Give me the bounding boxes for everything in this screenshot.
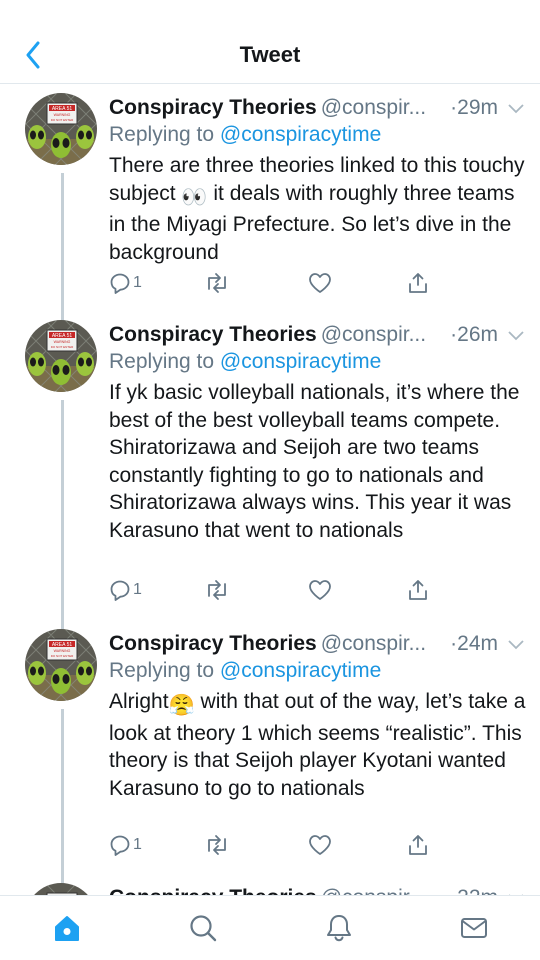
tweet-actions: 1: [109, 575, 439, 605]
svg-text:WARNING: WARNING: [54, 113, 71, 117]
retweet-button[interactable]: [204, 830, 230, 860]
avatar[interactable]: AREA 51 WARNING DO NOT ENTER: [25, 629, 97, 701]
replying-to-label: Replying to: [109, 123, 220, 146]
avatar[interactable]: [25, 883, 97, 895]
top-nav-bar: Tweet: [0, 0, 540, 84]
tweet-text-part: Alright: [109, 690, 169, 713]
replying-to: Replying to @conspiracytime: [109, 121, 526, 149]
author-handle[interactable]: @conspir...: [321, 886, 426, 895]
replying-to: Replying to @conspiracytime: [109, 657, 526, 685]
svg-text:AREA 51: AREA 51: [52, 106, 73, 112]
tweet-actions: 1: [109, 830, 439, 860]
mention-link[interactable]: @conspiracytime: [220, 659, 381, 682]
replying-to: Replying to @conspiracytime: [109, 348, 526, 376]
tweet-text: If yk basic volleyball nationals, it’s w…: [109, 381, 520, 542]
search-icon: [190, 915, 217, 942]
tab-notifications[interactable]: [321, 910, 357, 946]
svg-text:DO NOT ENTER: DO NOT ENTER: [51, 118, 74, 122]
tab-home[interactable]: [49, 910, 85, 946]
reply-count: 1: [133, 836, 142, 853]
chevron-down-icon[interactable]: [506, 888, 526, 895]
share-button[interactable]: [407, 268, 429, 298]
author-handle[interactable]: @conspir...: [321, 323, 426, 346]
author-handle[interactable]: @conspir...: [321, 96, 426, 119]
like-button[interactable]: [308, 830, 332, 860]
mention-link[interactable]: @conspiracytime: [220, 123, 381, 146]
reply-count: 1: [133, 274, 142, 291]
svg-text:DO NOT ENTER: DO NOT ENTER: [51, 345, 74, 349]
reply-button[interactable]: 1: [109, 575, 142, 605]
share-icon: [409, 273, 427, 293]
page-title: Tweet: [239, 42, 301, 67]
tweet-actions: 1: [109, 268, 439, 298]
reply-icon: [110, 273, 130, 294]
heart-icon: [309, 580, 331, 600]
author-name[interactable]: Conspiracy Theories: [109, 323, 317, 346]
bottom-tab-bar: [0, 895, 540, 960]
heart-icon: [309, 835, 331, 855]
tweet-text: Alright😤 with that out of the way, let’s…: [109, 688, 526, 802]
thread-connector: [61, 709, 64, 887]
retweet-icon: [208, 273, 226, 293]
share-icon: [409, 580, 427, 600]
like-button[interactable]: [308, 575, 332, 605]
author-name[interactable]: Conspiracy Theories: [109, 632, 317, 655]
alien-avatar-icon: AREA 51 WARNING DO NOT ENTER: [25, 629, 97, 701]
retweet-button[interactable]: [204, 575, 230, 605]
heart-icon: [309, 273, 331, 293]
tweet-timestamp: ·29m: [450, 96, 498, 119]
alien-avatar-icon: AREA 51 WARNING DO NOT ENTER: [25, 320, 97, 392]
reply-icon: [110, 580, 130, 601]
author-name[interactable]: Conspiracy Theories: [109, 96, 317, 119]
tweet-timestamp: ·22m: [450, 883, 498, 895]
tab-messages[interactable]: [456, 910, 492, 946]
alien-avatar-icon: AREA 51 WARNING DO NOT ENTER: [25, 93, 97, 165]
replying-to-label: Replying to: [109, 350, 220, 373]
tweet-timestamp: ·26m: [450, 323, 498, 346]
tweet-timestamp: ·24m: [450, 632, 498, 655]
steam-nose-emoji: 😤: [168, 694, 195, 717]
svg-text:AREA 51: AREA 51: [52, 642, 73, 648]
retweet-icon: [208, 580, 226, 600]
share-button[interactable]: [407, 575, 429, 605]
mention-link[interactable]: @conspiracytime: [220, 350, 381, 373]
replying-to-label: Replying to: [109, 659, 220, 682]
share-button[interactable]: [407, 830, 429, 860]
avatar[interactable]: AREA 51 WARNING DO NOT ENTER: [25, 320, 97, 392]
svg-text:AREA 51: AREA 51: [52, 333, 73, 339]
svg-text:WARNING: WARNING: [54, 649, 71, 653]
thread-connector: [61, 400, 64, 636]
like-button[interactable]: [308, 268, 332, 298]
retweet-button[interactable]: [204, 268, 230, 298]
tweet-text: There are three theories linked to this …: [109, 152, 526, 266]
reply-icon: [110, 835, 130, 856]
thread-connector: [61, 173, 64, 326]
reply-button[interactable]: 1: [109, 268, 142, 298]
home-icon: [55, 916, 79, 941]
share-icon: [409, 835, 427, 855]
eyes-emoji: 👀: [181, 185, 208, 209]
messages-icon: [461, 918, 487, 938]
svg-text:WARNING: WARNING: [54, 340, 71, 344]
chevron-down-icon[interactable]: [506, 98, 526, 118]
svg-text:DO NOT ENTER: DO NOT ENTER: [51, 654, 74, 658]
author-name[interactable]: Conspiracy Theories: [109, 886, 317, 895]
chevron-down-icon[interactable]: [506, 325, 526, 345]
alien-avatar-icon: [25, 883, 97, 895]
avatar[interactable]: AREA 51 WARNING DO NOT ENTER: [25, 93, 97, 165]
thread-feed[interactable]: AREA 51 WARNING DO NOT ENTER Conspiracy …: [0, 85, 540, 895]
retweet-icon: [208, 835, 226, 855]
author-handle[interactable]: @conspir...: [321, 632, 426, 655]
reply-count: 1: [133, 581, 142, 598]
reply-button[interactable]: 1: [109, 830, 142, 860]
tab-search[interactable]: [185, 910, 221, 946]
notifications-icon: [327, 915, 351, 942]
chevron-down-icon[interactable]: [506, 634, 526, 654]
